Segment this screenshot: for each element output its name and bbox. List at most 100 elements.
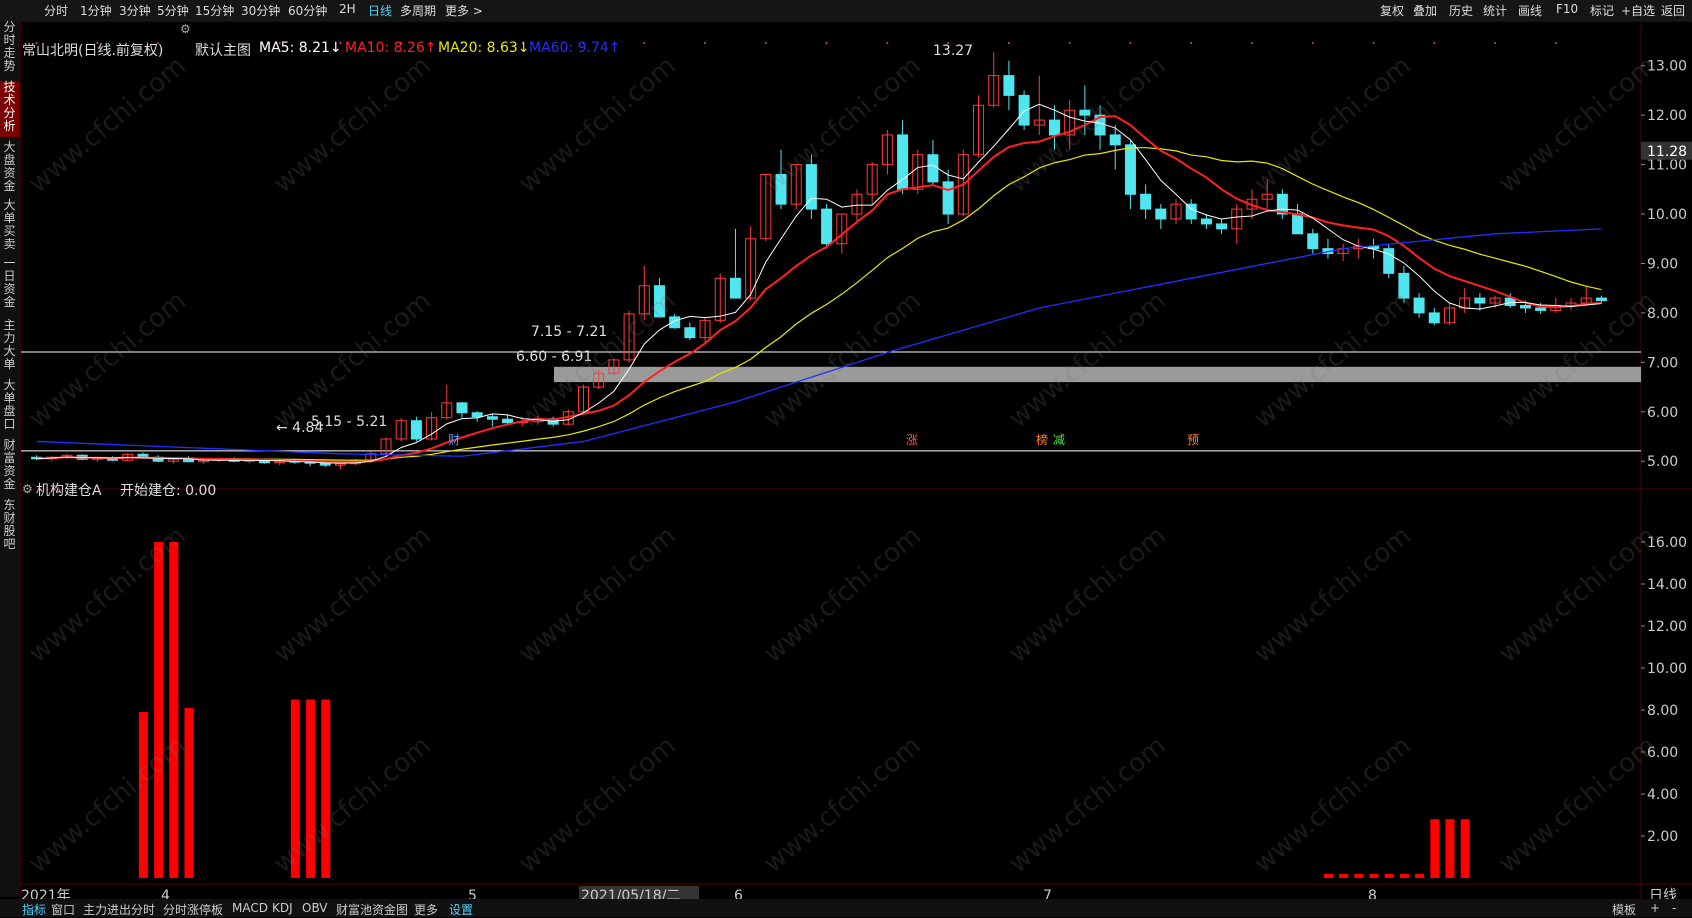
candle-body xyxy=(486,416,498,420)
chart-legend: 常山北明(日线.前复权) ⚙ 默认主图 MA5: 8.21↓ MA10: 8.2… xyxy=(22,20,722,59)
candle-body xyxy=(183,458,195,463)
period-tab-7[interactable]: 2H xyxy=(339,2,356,16)
left-tab-5[interactable]: 主力大单 xyxy=(0,319,19,375)
candle-body xyxy=(1155,208,1167,220)
top-marker-dot xyxy=(1311,42,1314,44)
x-axis-label: 7 xyxy=(1043,888,1052,899)
indicator-axis-label: 14.00 xyxy=(1647,577,1687,593)
tool-button-5[interactable]: F10 xyxy=(1556,2,1578,16)
indicator-settings-icon[interactable]: ⚙ xyxy=(22,482,33,496)
bottom-tab-3[interactable]: 分时涨停板 xyxy=(163,901,223,918)
bottom-right-button-1[interactable]: + xyxy=(1650,901,1660,915)
main-chart-label[interactable]: 默认主图 xyxy=(195,40,251,60)
period-tab-8[interactable]: 日线 xyxy=(368,2,392,19)
top-marker-dot xyxy=(1129,42,1132,44)
bottom-right-button-2[interactable]: - xyxy=(1672,901,1676,915)
zone3-label: 5.15 - 5.21 xyxy=(311,414,387,430)
ma5-line xyxy=(36,103,1602,464)
period-tab-5[interactable]: 30分钟 xyxy=(241,2,280,19)
top-marker-dot xyxy=(1250,42,1253,44)
candle-body xyxy=(1307,233,1319,250)
tool-button-4[interactable]: 画线 xyxy=(1518,2,1542,19)
tool-button-1[interactable]: 叠加 xyxy=(1413,2,1437,19)
period-tab-9[interactable]: 多周期 xyxy=(400,2,436,19)
top-marker-dot xyxy=(1190,42,1193,44)
candle-body xyxy=(1292,213,1304,235)
top-marker-dot xyxy=(704,42,707,44)
bottom-tab-4[interactable]: MACD xyxy=(232,901,268,915)
current-price-label: 11.28 xyxy=(1647,144,1687,160)
price-axis-label: 6.00 xyxy=(1647,405,1678,421)
tool-button-8[interactable]: 返回 xyxy=(1661,2,1685,19)
indicator-bar xyxy=(1323,873,1333,878)
candle-body xyxy=(1079,109,1091,116)
period-tab-2[interactable]: 3分钟 xyxy=(119,2,151,19)
left-tab-6[interactable]: 大单盘口 xyxy=(0,379,19,435)
period-tab-6[interactable]: 60分钟 xyxy=(288,2,327,19)
left-tab-4[interactable]: 一日资金 xyxy=(0,257,19,313)
top-marker-dot xyxy=(764,42,767,44)
candle-body xyxy=(471,412,483,418)
period-tab-3[interactable]: 5分钟 xyxy=(157,2,189,19)
indicator-title[interactable]: 机构建仓A xyxy=(36,480,102,500)
indicator-axis-label: 2.00 xyxy=(1647,829,1678,845)
bottom-tab-2[interactable]: 主力进出分时 xyxy=(83,901,155,918)
bottom-right-button-0[interactable]: 模板 xyxy=(1612,901,1636,918)
period-tab-1[interactable]: 1分钟 xyxy=(80,2,112,19)
candle-body xyxy=(1413,297,1425,314)
period-tab-0[interactable]: 分时 xyxy=(44,2,68,19)
indicator-value: 开始建仓: 0.00 xyxy=(120,483,217,499)
kline-chart[interactable]: 13.27← 4.847.15 - 7.216.60 - 6.915.15 - … xyxy=(21,21,1692,899)
candle-body xyxy=(1383,248,1395,274)
candle-body xyxy=(1018,94,1030,126)
left-tab-7[interactable]: 财富资金 xyxy=(0,439,19,495)
bottom-tab-9[interactable]: 设置 xyxy=(449,901,473,918)
tool-button-2[interactable]: 历史 xyxy=(1449,2,1473,19)
period-label: 日线 xyxy=(1649,888,1677,899)
x-axis-label: 8 xyxy=(1368,888,1377,899)
top-marker-dot xyxy=(1068,42,1071,44)
bottom-tab-0[interactable]: 指标 xyxy=(22,901,46,918)
tool-button-3[interactable]: 统计 xyxy=(1483,2,1507,19)
candle-body xyxy=(1398,272,1410,299)
candle-body xyxy=(684,327,696,339)
settings-icon[interactable]: ⚙ xyxy=(180,22,191,36)
indicator-axis-label: 16.00 xyxy=(1647,535,1687,551)
left-tab-3[interactable]: 大单买卖 xyxy=(0,199,19,255)
bottom-tab-1[interactable]: 窗口 xyxy=(51,901,75,918)
bottom-tab-7[interactable]: 财富池资金图 xyxy=(336,901,408,918)
bottom-indicator-tabs: 指标 窗口 主力进出分时 分时涨停板 MACD KDJ OBV 财富池资金图 更多 设置 模板 + - xyxy=(0,899,1692,917)
left-tab-8[interactable]: 东财股吧 xyxy=(0,499,19,555)
event-marker-4: 预 xyxy=(1187,433,1199,447)
ma20-label: MA20: 8.63↓ xyxy=(438,40,530,56)
event-marker-2: 榜 xyxy=(1036,432,1048,447)
left-side-tabs: 分时走势技术分析大盘资金大单买卖一日资金主力大单大单盘口财富资金东财股吧 xyxy=(0,21,21,897)
indicator-bar xyxy=(1430,819,1440,878)
left-tab-1[interactable]: 技术分析 xyxy=(0,81,19,137)
indicator-bar xyxy=(306,699,316,878)
bottom-tab-8[interactable]: 更多 xyxy=(414,901,438,918)
candle-body xyxy=(775,173,787,205)
period-tab-10[interactable]: 更多 > xyxy=(445,2,483,19)
price-axis-label: 10.00 xyxy=(1647,207,1687,223)
period-tab-4[interactable]: 15分钟 xyxy=(195,2,234,19)
candle-body xyxy=(897,134,909,190)
top-marker-dot xyxy=(643,42,646,44)
x-axis-label: 2021年 xyxy=(21,888,71,899)
left-tab-2[interactable]: 大盘资金 xyxy=(0,141,19,197)
candle-body xyxy=(319,462,331,466)
bottom-tab-5[interactable]: KDJ xyxy=(272,901,293,915)
left-tab-0[interactable]: 分时走势 xyxy=(0,21,19,77)
tool-button-0[interactable]: 复权 xyxy=(1380,2,1404,19)
indicator-axis-label: 12.00 xyxy=(1647,619,1687,635)
top-marker-dot xyxy=(1494,42,1497,44)
ma60-line xyxy=(36,228,1602,457)
bottom-tab-6[interactable]: OBV xyxy=(302,901,328,915)
price-axis-label: 7.00 xyxy=(1647,355,1678,371)
indicator-axis-label: 8.00 xyxy=(1647,703,1678,719)
tool-button-7[interactable]: +自选 xyxy=(1621,2,1655,19)
ma10-label: MA10: 8.26↑ xyxy=(345,40,437,56)
candle-body xyxy=(1124,144,1136,195)
candle-body xyxy=(1140,193,1152,210)
tool-button-6[interactable]: 标记 xyxy=(1590,2,1614,19)
